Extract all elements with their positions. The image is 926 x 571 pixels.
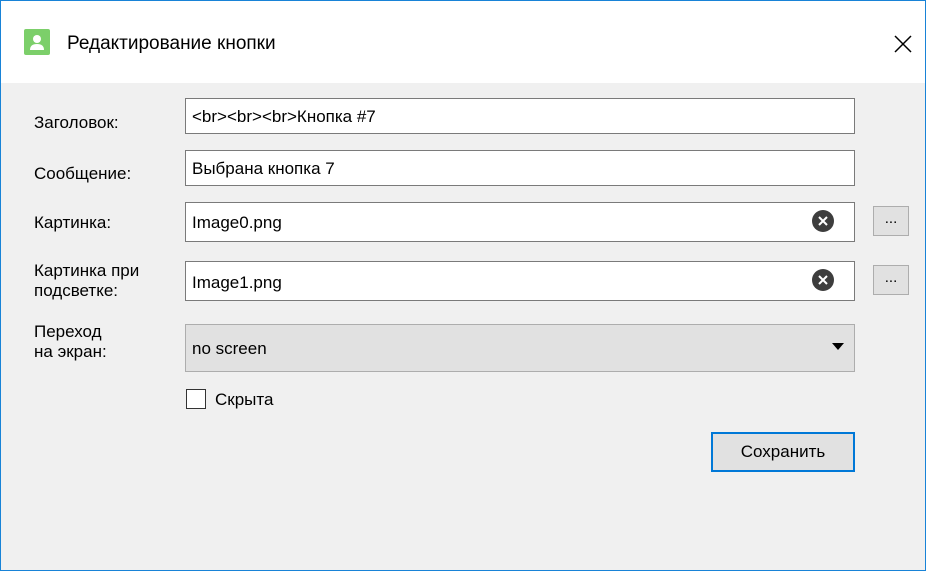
hover-image-label: Картинка при подсветке:	[34, 261, 139, 301]
hover-image-browse-button[interactable]: ...	[873, 265, 909, 295]
hidden-checkbox-label[interactable]: Скрыта	[215, 390, 273, 410]
screen-label-line2: на экран:	[34, 342, 107, 361]
message-label: Сообщение:	[34, 164, 132, 183]
close-button[interactable]	[881, 23, 925, 65]
image-clear-button[interactable]	[812, 210, 834, 232]
user-icon	[24, 29, 50, 55]
screen-label-line1: Переход	[34, 322, 102, 341]
clear-icon	[818, 275, 828, 285]
hover-image-label-line1: Картинка при	[34, 261, 140, 280]
clear-icon	[818, 216, 828, 226]
hover-image-input[interactable]: Image1.png	[185, 261, 855, 301]
screen-dropdown[interactable]: no screen	[185, 324, 855, 372]
image-input[interactable]: Image0.png	[185, 202, 855, 242]
close-icon	[894, 35, 912, 53]
screen-dropdown-value: no screen	[192, 339, 267, 358]
save-button[interactable]: Сохранить	[711, 432, 855, 472]
message-input[interactable]: Выбрана кнопка 7	[185, 150, 855, 186]
window-title: Редактирование кнопки	[67, 33, 276, 54]
header-input[interactable]: <br><br><br>Кнопка #7	[185, 98, 855, 134]
chevron-down-icon	[832, 343, 844, 350]
hover-image-label-line2: подсветке:	[34, 281, 119, 300]
image-browse-button[interactable]: ...	[873, 206, 909, 236]
header-label: Заголовок:	[34, 113, 119, 132]
image-label: Картинка:	[34, 213, 112, 232]
dialog-window: Редактирование кнопки Заголовок: <br><br…	[0, 0, 926, 571]
screen-label: Переход на экран:	[34, 322, 107, 362]
hidden-checkbox[interactable]	[186, 389, 206, 409]
title-bar: Редактирование кнопки	[1, 1, 925, 83]
hover-image-clear-button[interactable]	[812, 269, 834, 291]
